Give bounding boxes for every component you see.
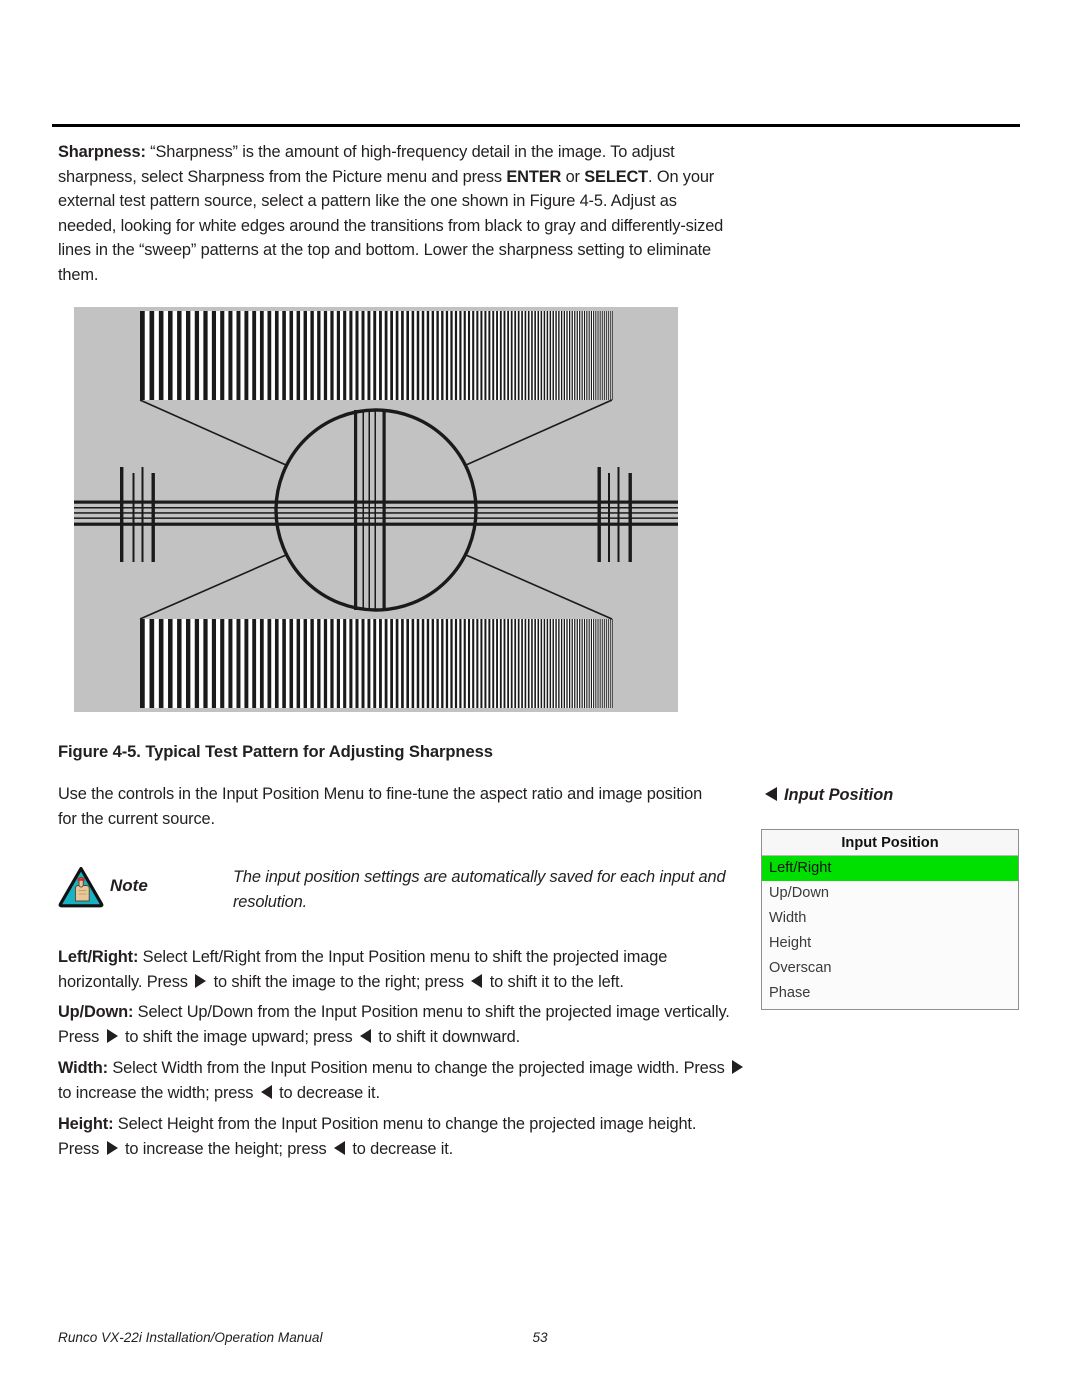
test-pattern-figure — [74, 307, 678, 712]
up-down-term: Up/Down: — [58, 1003, 134, 1021]
osd-menu-item-up-down[interactable]: Up/Down — [762, 881, 1018, 906]
paragraph-width: Width: Select Width from the Input Posit… — [58, 1056, 748, 1105]
osd-menu-list[interactable]: Left/Right Up/Down Width Height Overscan Phas… — [762, 856, 1018, 1009]
manual-page: Sharpness: “Sharpness” is the amount of … — [0, 0, 1080, 1397]
height-text-b: to increase the height; press — [120, 1139, 331, 1158]
input-position-heading-label: Input Position — [784, 786, 894, 804]
arrow-right-icon — [732, 1060, 744, 1074]
arrow-left-icon — [333, 1140, 345, 1155]
arrow-right-icon — [195, 973, 207, 988]
left-right-term: Left/Right: — [58, 948, 139, 966]
enter-key-label: ENTER — [506, 167, 562, 186]
osd-menu-item-overscan[interactable]: Overscan — [762, 956, 1018, 981]
arrow-left-icon — [765, 787, 777, 801]
width-term: Width: — [58, 1059, 108, 1077]
osd-menu-item-width[interactable]: Width — [762, 906, 1018, 931]
select-key-label: SELECT — [584, 167, 649, 186]
osd-menu-title: Input Position — [762, 830, 1018, 856]
note-reminder-icon — [58, 866, 104, 908]
width-text-a: Select Width from the Input Position men… — [107, 1059, 730, 1077]
height-text-c: to decrease it. — [347, 1139, 454, 1158]
footer-page-number: 53 — [532, 1330, 548, 1345]
paragraph-left-right: Left/Right: Select Left/Right from the I… — [58, 945, 738, 994]
height-term: Height: — [58, 1115, 114, 1133]
osd-menu-item-height[interactable]: Height — [762, 931, 1018, 956]
arrow-left-icon — [260, 1084, 272, 1099]
note-text: The input position settings are automati… — [233, 868, 726, 911]
test-pattern-graphic — [74, 307, 678, 712]
up-down-text-c: to shift it downward. — [373, 1027, 520, 1046]
osd-menu-item-left-right[interactable]: Left/Right — [762, 856, 1018, 881]
up-down-text-b: to shift the image upward; press — [120, 1027, 357, 1046]
left-right-text-c: to shift it to the left. — [485, 972, 624, 991]
paragraph-sharpness: Sharpness: “Sharpness” is the amount of … — [58, 140, 738, 288]
note-block: Note The input position settings are aut… — [58, 862, 748, 932]
input-position-heading: Input Position — [765, 786, 893, 805]
paragraph-up-down: Up/Down: Select Up/Down from the Input P… — [58, 1000, 738, 1049]
paragraph-use-controls: Use the controls in the Input Position M… — [58, 785, 703, 828]
width-text-b: to increase the width; press — [58, 1083, 258, 1102]
osd-menu-item-phase[interactable]: Phase — [762, 981, 1018, 1006]
header-rule — [52, 124, 1020, 127]
input-position-osd-menu[interactable]: Input Position Left/Right Up/Down Width Hei… — [761, 829, 1019, 1010]
arrow-right-icon — [106, 1140, 118, 1155]
sharpness-term: Sharpness: — [58, 143, 146, 161]
arrow-left-icon — [471, 973, 483, 988]
arrow-right-icon — [106, 1028, 118, 1043]
arrow-left-icon — [359, 1028, 371, 1043]
width-text-c: to decrease it. — [274, 1083, 380, 1102]
figure-caption: Figure 4-5. Typical Test Pattern for Adj… — [58, 742, 493, 761]
paragraph-height: Height: Select Height from the Input Pos… — [58, 1112, 738, 1161]
left-right-text-b: to shift the image to the right; press — [209, 972, 469, 991]
or-conjunction: or — [561, 167, 585, 186]
note-label: Note — [110, 876, 148, 895]
